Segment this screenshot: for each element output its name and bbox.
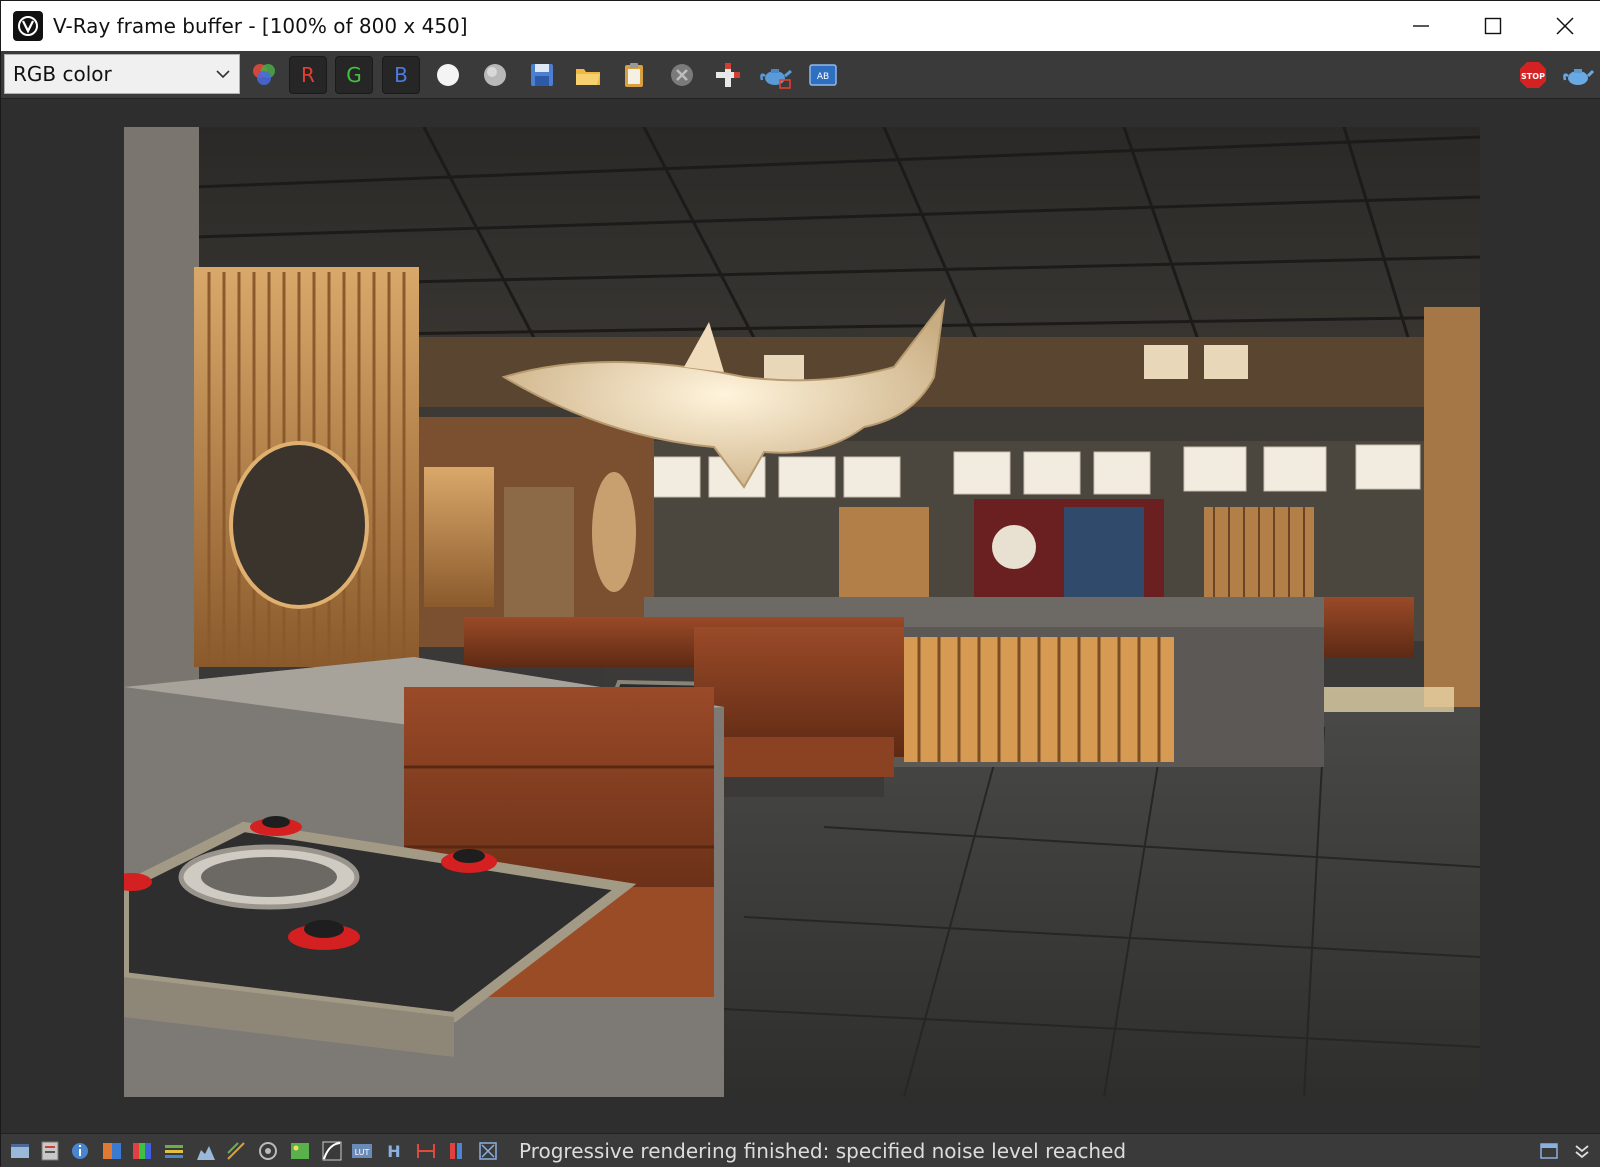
histogram-icon[interactable] (195, 1140, 217, 1162)
render-icon (1563, 69, 1594, 85)
clipboard-icon (625, 63, 643, 87)
track-mouse-icon (716, 63, 740, 87)
copy-to-clipboard-button[interactable] (615, 56, 653, 94)
lens-effects-icon[interactable] (257, 1140, 279, 1162)
white-dot-icon (437, 64, 459, 86)
track-mouse-button[interactable] (709, 56, 747, 94)
open-folder-icon (576, 69, 600, 85)
blue-channel-label: B (394, 63, 408, 87)
stop-icon: STOP (1520, 62, 1546, 88)
svg-text:STOP: STOP (1521, 72, 1545, 81)
collapse-icon[interactable] (1571, 1140, 1593, 1162)
vray-logo-icon (13, 11, 43, 41)
h-icon[interactable]: H (383, 1140, 405, 1162)
channel-select[interactable]: RGB color (4, 54, 240, 94)
status-bar: LUT H Progressive rendering finished: sp… (1, 1133, 1600, 1167)
hsl-icon[interactable] (131, 1140, 153, 1162)
status-message: Progressive rendering finished: specifie… (519, 1139, 1127, 1163)
restaurant-render (124, 127, 1480, 1097)
clear-image-button[interactable] (663, 56, 701, 94)
exposure-icon[interactable] (101, 1140, 123, 1162)
red-channel-label: R (301, 63, 315, 87)
load-image-button[interactable] (569, 56, 607, 94)
clear-icon (671, 64, 693, 86)
color-channels-button[interactable] (245, 56, 283, 94)
levels-icon[interactable] (163, 1140, 185, 1162)
red-channel-button[interactable]: R (289, 56, 327, 94)
white-point-button[interactable] (429, 56, 467, 94)
display-icon[interactable] (9, 1140, 31, 1162)
crop-icon[interactable] (477, 1140, 499, 1162)
curves-icon[interactable] (225, 1140, 247, 1162)
svg-text:LUT: LUT (355, 1148, 370, 1157)
channel-select-value: RGB color (13, 62, 112, 86)
green-channel-label: G (346, 63, 362, 87)
maximize-icon (1484, 17, 1502, 35)
gray-point-button[interactable] (476, 56, 514, 94)
chevron-down-icon (216, 70, 230, 79)
toolbar: RGB color R G B AB STOP (1, 51, 1600, 99)
save-image-button[interactable] (523, 56, 561, 94)
compare-images-button[interactable]: AB (804, 56, 842, 94)
close-icon (1556, 17, 1574, 35)
minimize-icon (1413, 25, 1429, 27)
maximize-button[interactable] (1457, 1, 1529, 51)
color-channels-icon (253, 64, 275, 85)
info-icon[interactable] (69, 1140, 91, 1162)
save-icon (531, 64, 553, 86)
render-teapot-icon (760, 69, 792, 89)
channels-icon[interactable] (447, 1140, 469, 1162)
lut-icon[interactable]: LUT (351, 1140, 373, 1162)
compare-icon: AB (809, 64, 837, 86)
render-button[interactable] (1559, 56, 1597, 94)
history-icon[interactable] (39, 1140, 61, 1162)
green-channel-button[interactable]: G (335, 56, 373, 94)
panel-icon[interactable] (1538, 1140, 1560, 1162)
svg-text:AB: AB (817, 72, 829, 82)
close-button[interactable] (1529, 1, 1600, 51)
minimize-button[interactable] (1385, 1, 1457, 51)
stretch-icon[interactable] (415, 1140, 437, 1162)
window-title: V-Ray frame buffer - [100% of 800 x 450] (53, 14, 468, 38)
background-icon[interactable] (289, 1140, 311, 1162)
vray-frame-buffer-window: V-Ray frame buffer - [100% of 800 x 450]… (0, 0, 1600, 1167)
title-bar[interactable]: V-Ray frame buffer - [100% of 800 x 450] (1, 1, 1600, 51)
blue-channel-button[interactable]: B (382, 56, 420, 94)
render-region-button[interactable] (757, 56, 795, 94)
stop-render-button[interactable]: STOP (1514, 56, 1552, 94)
rendered-image (124, 127, 1480, 1097)
gray-dot-icon (484, 64, 506, 86)
curve-icon[interactable] (321, 1140, 343, 1162)
svg-text:H: H (387, 1142, 400, 1161)
image-viewport[interactable] (1, 99, 1600, 1133)
